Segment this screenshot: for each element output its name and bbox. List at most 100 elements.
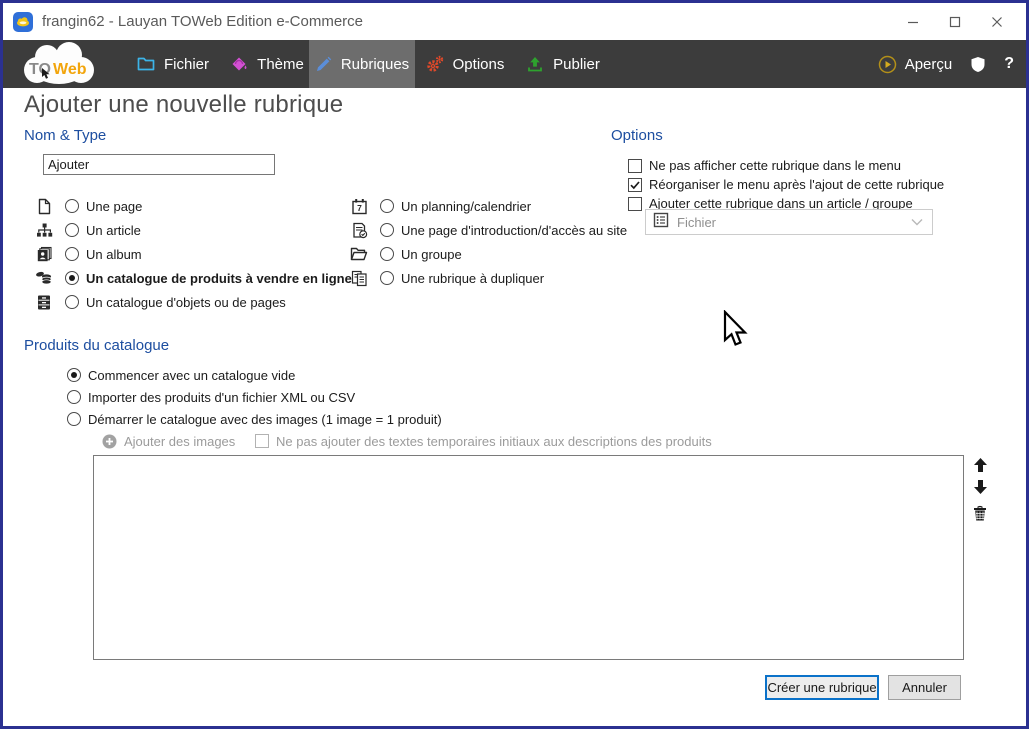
catalog-option-images[interactable]: Démarrer le catalogue avec des images (1… [67,408,442,430]
radio-un-album[interactable] [65,247,79,261]
type-options-right: 7 Un planning/calendrier Une page d'intr… [350,194,627,290]
create-rubrique-button[interactable]: Créer une rubrique [765,675,879,700]
tab-label: Rubriques [340,55,410,73]
type-option-un-album[interactable]: Un album [35,242,352,266]
svg-text:TO: TO [29,61,51,78]
help-button[interactable]: ? [1004,55,1014,73]
type-option-un-article[interactable]: Un article [35,218,352,242]
checkbox-reorganize-menu[interactable] [628,177,642,192]
sitemap-icon [35,221,53,239]
option-label: Un groupe [401,246,462,262]
type-option-intro[interactable]: Une page d'introduction/d'accès au site [350,218,627,242]
play-circle-icon [878,55,896,73]
images-listbox[interactable] [93,455,964,660]
type-option-dupliquer[interactable]: Une rubrique à dupliquer [350,266,627,290]
option-label: Commencer avec un catalogue vide [88,367,296,383]
close-icon [992,16,1002,27]
tab-publier[interactable]: Publier [517,40,609,88]
titlebar: frangin62 - Lauyan TOWeb Edition e-Comme… [3,3,1026,40]
option-label: Démarrer le catalogue avec des images (1… [88,411,442,427]
type-option-groupe[interactable]: Un groupe [350,242,627,266]
radio-groupe[interactable] [380,247,394,261]
radio-catalogue-objets[interactable] [65,295,79,309]
check-icon [630,180,640,189]
tab-label: Options [452,55,505,73]
options-heading: Options [611,127,663,144]
upload-icon [528,56,543,71]
type-option-catalogue-produits[interactable]: Un catalogue de produits à vendre en lig… [35,266,352,290]
move-up-button[interactable] [970,455,990,475]
tab-label: Publier [553,55,600,73]
radio-catalogue-vide[interactable] [67,368,81,382]
checkbox-label: Réorganiser le menu après l'ajout de cet… [649,177,945,192]
checkbox-no-temp-text[interactable] [255,434,269,448]
tab-options[interactable]: Options [417,40,513,88]
add-images-label: Ajouter des images [124,433,236,449]
svg-text:Web: Web [53,61,87,78]
add-images-button[interactable]: Ajouter des images [102,432,235,450]
type-option-une-page[interactable]: Une page [35,194,352,218]
catalog-radios: Commencer avec un catalogue vide Importe… [67,364,442,430]
intro-page-icon [350,221,368,239]
type-option-catalogue-objets[interactable]: Un catalogue d'objets ou de pages [35,290,352,314]
move-down-button[interactable] [970,477,990,497]
page-title: Ajouter une nouvelle rubrique [24,91,344,118]
arrow-down-icon [973,480,987,494]
no-temp-text-option[interactable]: Ne pas ajouter des textes temporaires in… [255,432,712,450]
main-nav: TO Web Fichier Thème Rubriques Options P… [3,40,1026,88]
cloud-logo-small [17,16,29,26]
dropdown-value: Fichier [677,214,717,230]
type-options-left: Une page Un article Un album Un catalogu… [35,194,352,314]
pencil-icon [316,56,332,71]
tab-fichier[interactable]: Fichier [127,40,219,88]
option-hide-in-menu[interactable]: Ne pas afficher cette rubrique dans le m… [628,156,944,175]
radio-demarrer-images[interactable] [67,412,81,426]
radio-un-article[interactable] [65,223,79,237]
toweb-logo[interactable]: TO Web [13,41,105,87]
page-icon [35,197,53,215]
checkbox-label: Ne pas afficher cette rubrique dans le m… [649,158,901,173]
option-label: Importer des produits d'un fichier XML o… [88,389,356,405]
arrow-up-icon [973,458,987,472]
option-label: Un catalogue de produits à vendre en lig… [86,270,352,286]
cancel-button[interactable]: Annuler [888,675,961,700]
radio-intro[interactable] [380,223,394,237]
catalog-option-empty[interactable]: Commencer avec un catalogue vide [67,364,442,386]
tab-theme[interactable]: Thème [225,40,309,88]
radio-une-page[interactable] [65,199,79,213]
folder-icon [137,57,155,71]
checkbox-hide-in-menu[interactable] [628,158,642,173]
paint-icon [232,57,247,70]
open-folder-icon [350,245,368,263]
minimize-icon [908,21,918,23]
apercu-label: Aperçu [904,55,953,73]
catalog-option-import[interactable]: Importer des produits d'un fichier XML o… [67,386,442,408]
tab-rubriques[interactable]: Rubriques [309,40,415,88]
svg-text:7: 7 [357,203,362,213]
trash-icon [974,505,986,520]
checkbox-add-in-article[interactable] [628,196,642,211]
mouse-cursor [723,310,748,346]
chevron-down-icon [911,213,923,231]
radio-import-xml-csv[interactable] [67,390,81,404]
delete-button[interactable] [970,503,990,523]
gears-icon [426,55,443,72]
list-icon [653,212,669,233]
parent-rubrique-dropdown[interactable]: Fichier [645,209,933,235]
maximize-button[interactable] [934,3,976,40]
apercu-button[interactable]: Aperçu [878,55,953,74]
coins-icon [35,269,53,287]
close-button[interactable] [976,3,1018,40]
album-icon [35,245,53,263]
shield-icon[interactable] [970,56,986,73]
radio-planning[interactable] [380,199,394,213]
radio-catalogue-produits[interactable] [65,271,79,285]
radio-dupliquer[interactable] [380,271,394,285]
rubrique-name-input[interactable] [43,154,275,175]
minimize-button[interactable] [892,3,934,40]
dialog-content: Ajouter une nouvelle rubrique Nom & Type… [3,88,1026,726]
option-reorganize-menu[interactable]: Réorganiser le menu après l'ajout de cet… [628,175,944,194]
catalog-heading: Produits du catalogue [24,337,170,354]
type-option-planning[interactable]: 7 Un planning/calendrier [350,194,627,218]
tab-label: Fichier [163,55,209,73]
